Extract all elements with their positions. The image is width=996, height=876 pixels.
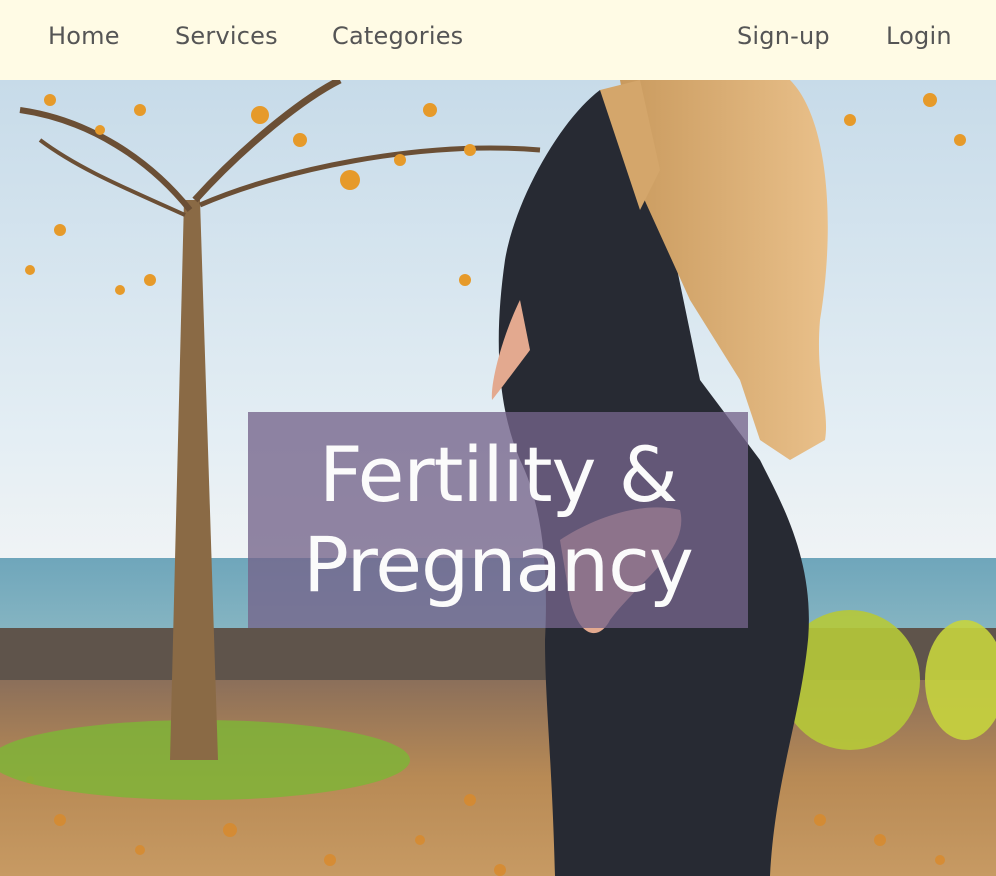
nav-services-link[interactable]: Services [175, 22, 278, 50]
nav-login-link[interactable]: Login [886, 22, 952, 50]
hero-title-box: Fertility & Pregnancy [248, 412, 748, 628]
hero-title: Fertility & Pregnancy [303, 430, 694, 610]
hero-title-line1: Fertility & [319, 430, 678, 519]
hero-title-line2: Pregnancy [303, 520, 694, 609]
nav-signup-link[interactable]: Sign-up [737, 22, 830, 50]
hero-section: Fertility & Pregnancy [0, 80, 996, 876]
nav-home-link[interactable]: Home [48, 22, 120, 50]
nav-categories-link[interactable]: Categories [332, 22, 463, 50]
top-navbar: Home Services Categories Sign-up Login [0, 0, 996, 80]
